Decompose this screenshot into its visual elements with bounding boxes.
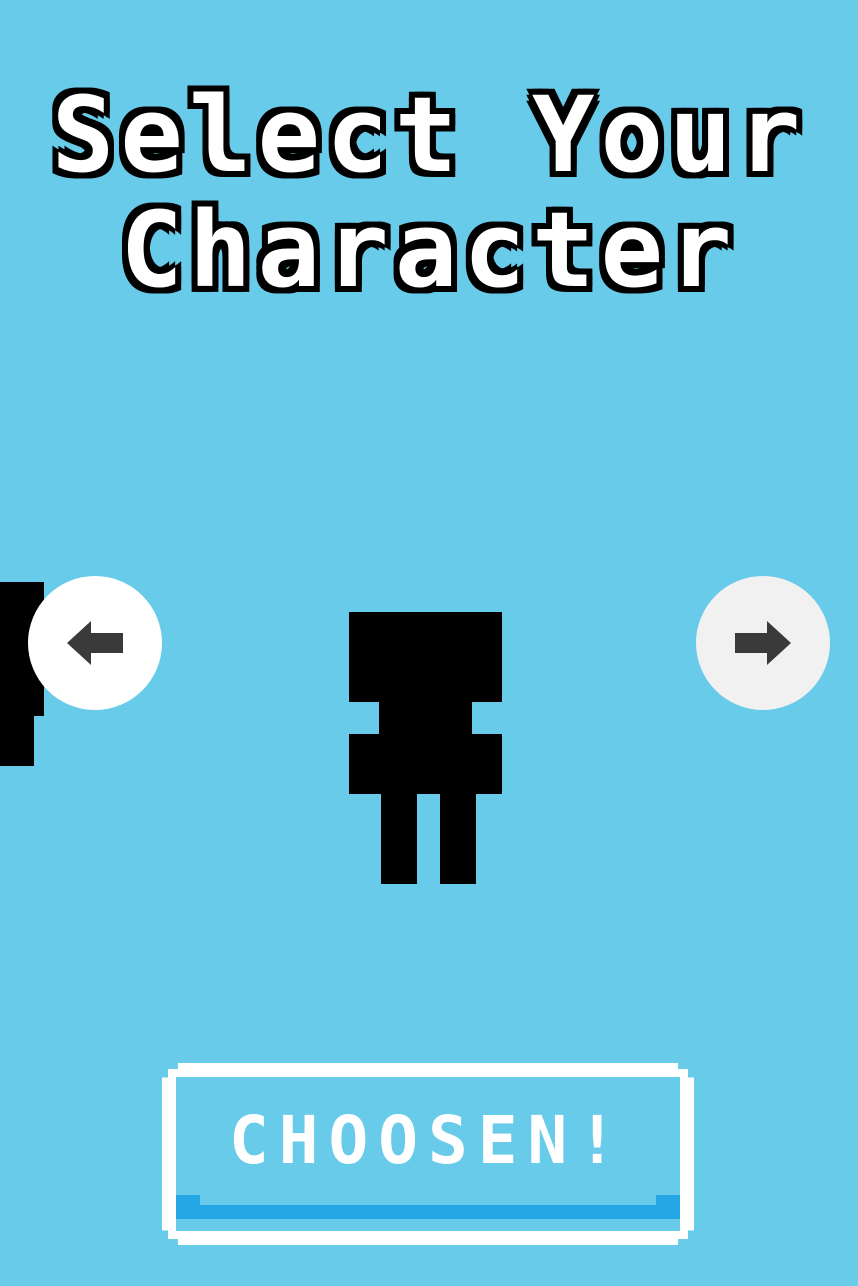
arrow-left-icon [67, 621, 123, 665]
next-character-button[interactable] [696, 576, 830, 710]
title-line-1: Select Your [51, 74, 807, 196]
previous-character-preview [0, 582, 44, 766]
selected-character [349, 612, 502, 884]
title-line-2: Character [120, 189, 738, 311]
choosen-button-label: CHOOSEN! [229, 1102, 627, 1179]
previous-character-button[interactable] [28, 576, 162, 710]
choosen-button[interactable]: CHOOSEN! [162, 1063, 694, 1245]
arrow-right-icon [735, 621, 791, 665]
